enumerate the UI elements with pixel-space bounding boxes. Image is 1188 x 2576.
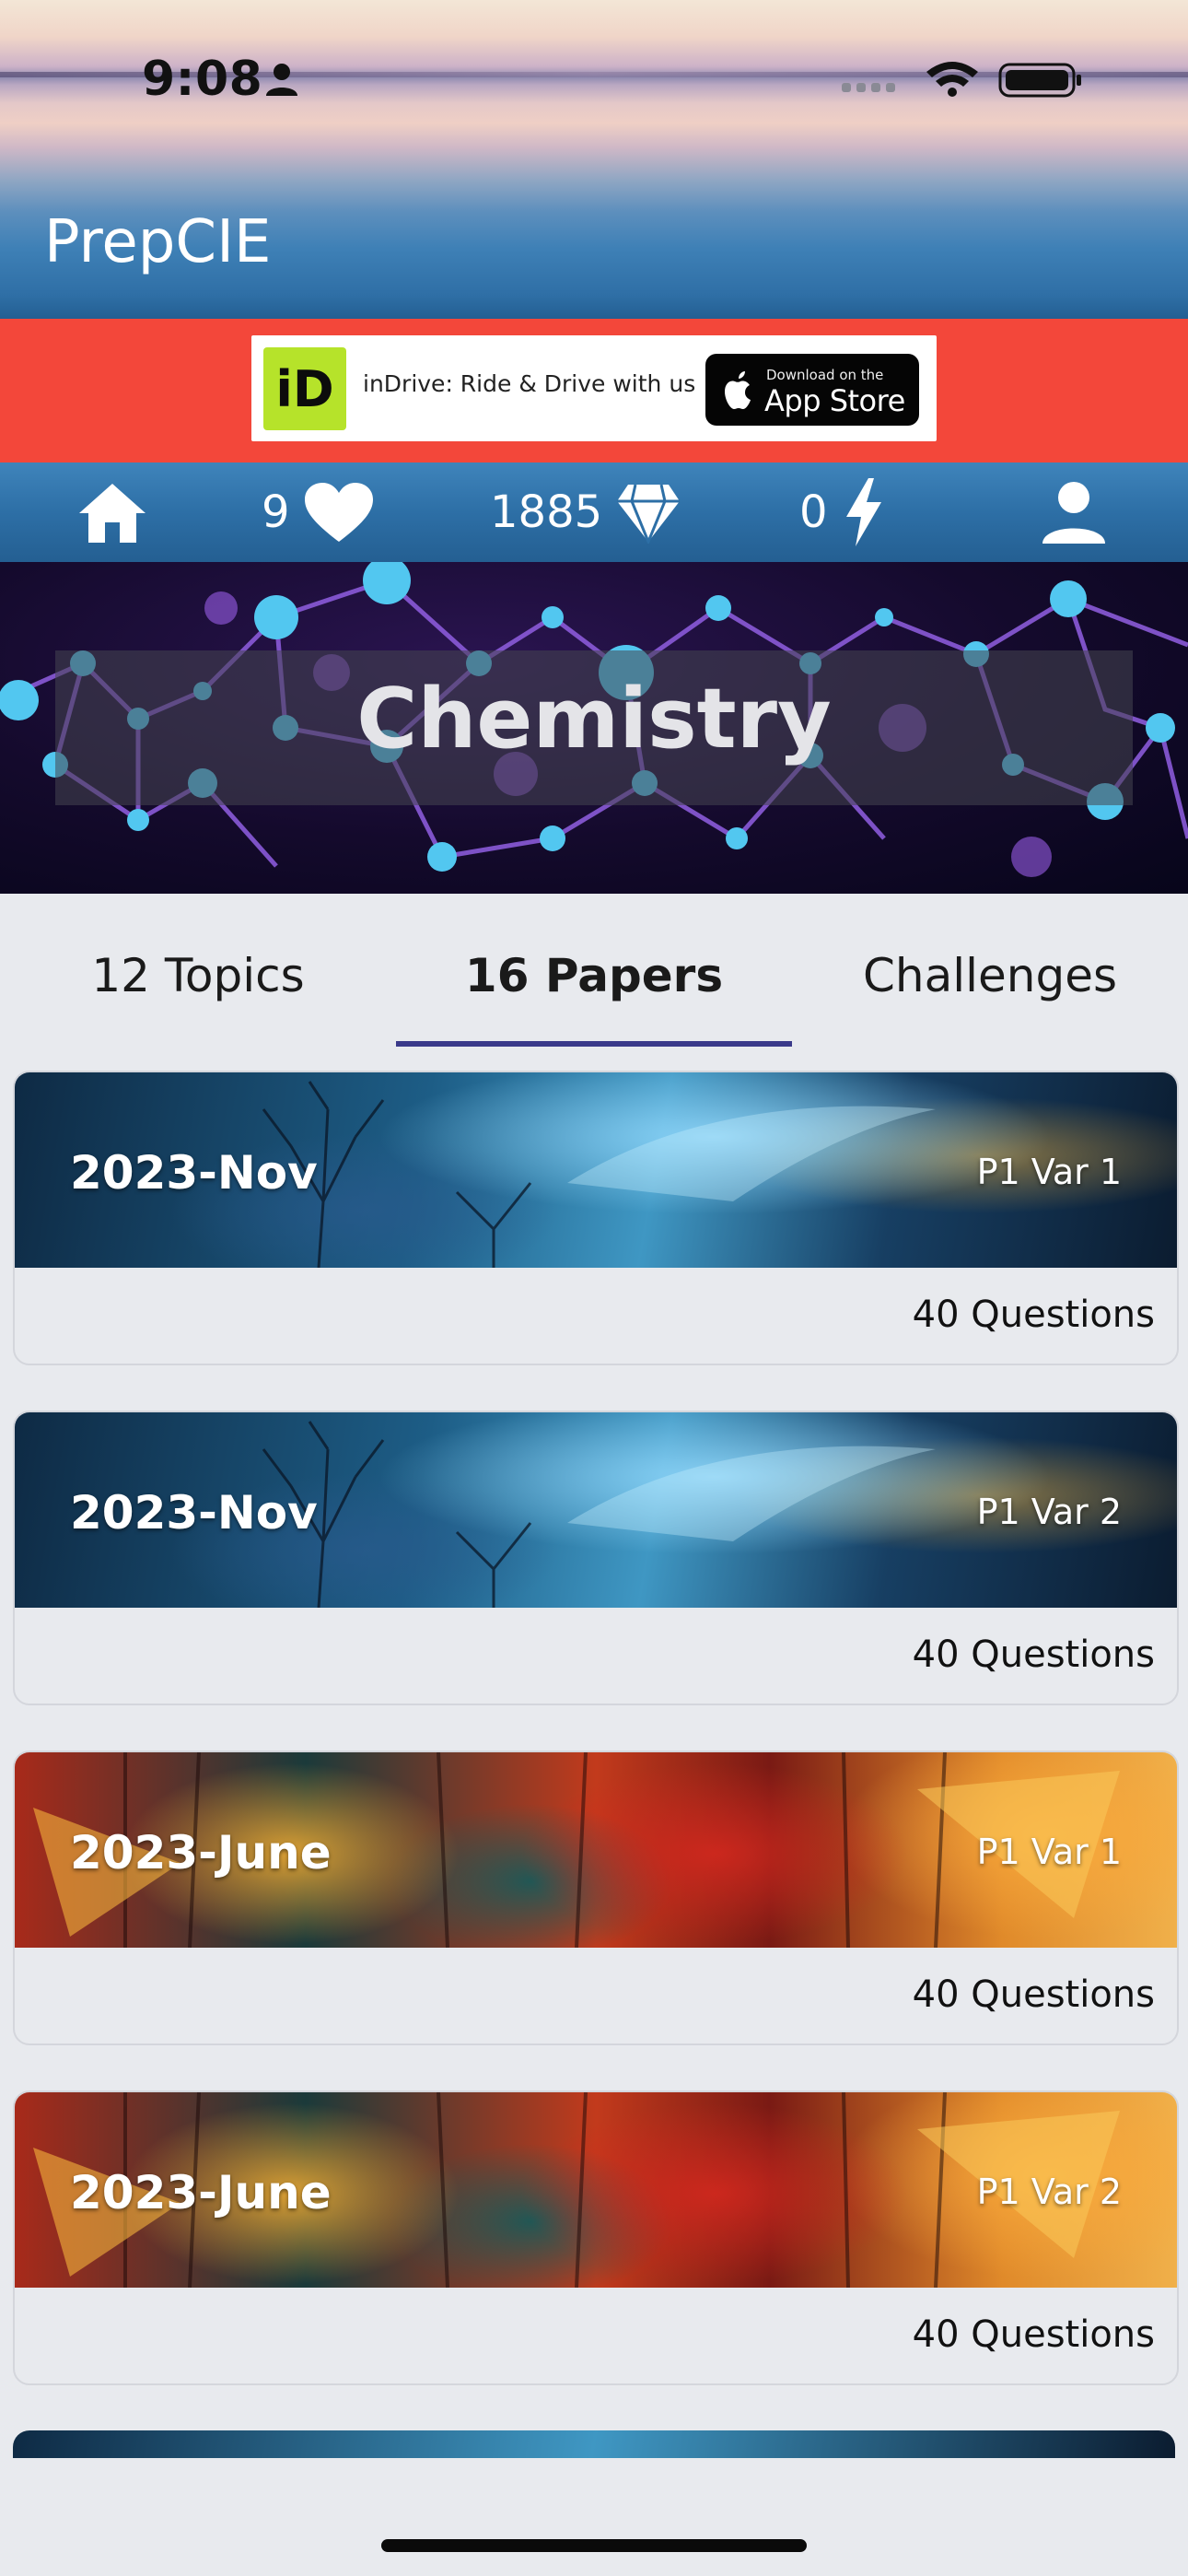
paper-session: 2023-Nov <box>70 1146 318 1200</box>
diamond-icon <box>617 484 681 544</box>
paper-question-count: 40 Questions <box>912 2313 1155 2356</box>
gems-count: 1885 <box>490 486 603 538</box>
paper-card[interactable]: 2023-June P1 Var 2 40 Questions <box>13 2090 1179 2385</box>
paper-card-banner: 2023-Nov P1 Var 2 <box>15 1412 1177 1608</box>
paper-variant: P1 Var 1 <box>976 1152 1122 1192</box>
home-button[interactable] <box>76 463 149 562</box>
energy-counter[interactable]: 0 <box>799 463 887 562</box>
paper-session: 2023-June <box>70 1826 332 1879</box>
paper-variant: P1 Var 2 <box>976 2172 1122 2212</box>
heart-icon <box>304 483 373 542</box>
paper-card-partial[interactable] <box>13 2430 1175 2458</box>
paper-card-banner: 2023-June P1 Var 2 <box>15 2092 1177 2288</box>
home-indicator[interactable] <box>381 2539 807 2552</box>
app-header: 9:08 PrepCIE <box>0 0 1188 319</box>
paper-session: 2023-June <box>70 2166 332 2219</box>
wifi-icon <box>926 62 978 97</box>
battery-icon <box>998 63 1081 98</box>
app-store-button[interactable]: Download on the App Store <box>705 354 919 426</box>
paper-card-banner: 2023-Nov P1 Var 1 <box>15 1072 1177 1268</box>
subject-hero: Chemistry <box>0 562 1188 894</box>
status-time: 9:08 <box>142 52 263 107</box>
lives-counter[interactable]: 9 <box>262 463 375 562</box>
paper-question-count: 40 Questions <box>912 1633 1155 1676</box>
ad-logo[interactable]: iD <box>263 347 346 430</box>
tab-challenges[interactable]: Challenges <box>792 949 1188 1002</box>
tab-topics[interactable]: 12 Topics <box>0 949 396 1002</box>
paper-question-count: 40 Questions <box>912 1294 1155 1336</box>
tab-papers[interactable]: 16 Papers <box>396 949 792 1002</box>
app-title: PrepCIE <box>44 208 272 276</box>
active-tab-indicator <box>396 1041 792 1047</box>
lives-count: 9 <box>262 486 290 538</box>
paper-variant: P1 Var 2 <box>976 1492 1122 1532</box>
paper-session: 2023-Nov <box>70 1486 318 1540</box>
paper-card[interactable]: 2023-June P1 Var 1 40 Questions <box>13 1751 1179 2045</box>
paper-card[interactable]: 2023-Nov P1 Var 2 40 Questions <box>13 1411 1179 1705</box>
apple-icon <box>725 371 751 409</box>
paper-question-count: 40 Questions <box>912 1973 1155 2016</box>
energy-count: 0 <box>799 486 828 538</box>
profile-icon <box>1042 482 1105 544</box>
gems-counter[interactable]: 1885 <box>490 463 681 562</box>
lightning-icon <box>845 478 881 546</box>
person-icon <box>266 64 297 96</box>
subject-title: Chemistry <box>356 671 832 767</box>
paper-card[interactable]: 2023-Nov P1 Var 1 40 Questions <box>13 1071 1179 1365</box>
profile-button[interactable] <box>1041 463 1107 562</box>
stat-bar: 9 1885 0 <box>0 463 1188 562</box>
home-icon <box>79 484 146 543</box>
paper-variant: P1 Var 1 <box>976 1832 1122 1872</box>
store-big-label: App Store <box>764 383 905 418</box>
paper-card-banner: 2023-June P1 Var 1 <box>15 1752 1177 1948</box>
store-small-label: Download on the <box>766 367 884 383</box>
ad-text[interactable]: inDrive: Ride & Drive with us <box>363 370 695 397</box>
cellular-icon <box>842 83 895 92</box>
tab-bar: 12 Topics 16 Papers Challenges <box>0 894 1188 1047</box>
status-icons <box>842 62 1081 98</box>
